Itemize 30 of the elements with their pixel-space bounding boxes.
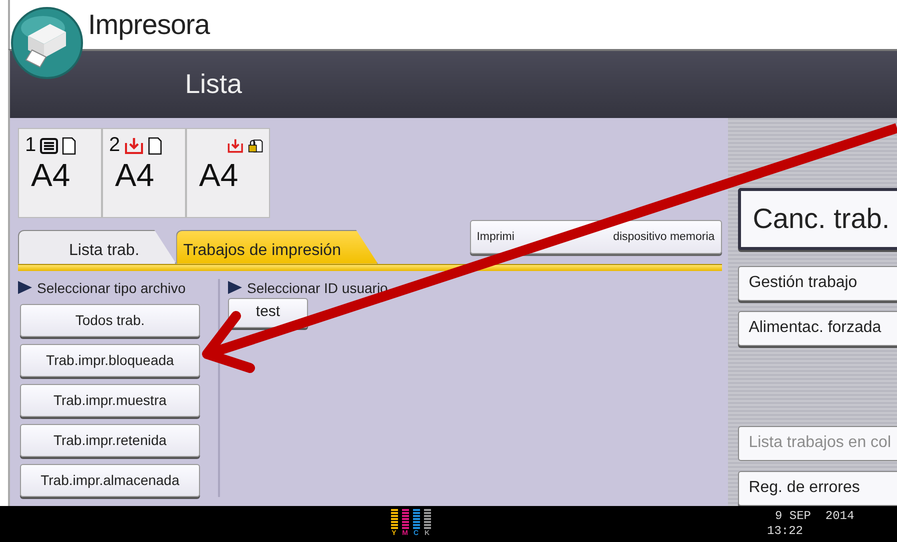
- date-text: 9 SEP 2014: [774, 508, 854, 524]
- triangle-icon: [18, 281, 32, 294]
- app-title: Impresora: [88, 8, 210, 41]
- paper-tray-tile[interactable]: 1 A4: [18, 128, 102, 218]
- side-button[interactable]: Reg. de errores: [738, 470, 897, 506]
- screen-title: Lista: [185, 68, 242, 100]
- paper-size: A4: [114, 156, 156, 194]
- paper-tray-tile[interactable]: 2 A4: [102, 128, 186, 218]
- file-type-button[interactable]: Todos trab.: [20, 304, 200, 337]
- file-type-button[interactable]: Trab.impr.almacenada: [20, 464, 200, 497]
- tray-number: 2: [109, 134, 120, 158]
- tab[interactable]: Lista trab.: [18, 230, 176, 264]
- side-button[interactable]: Canc. trab.: [738, 188, 897, 250]
- tab[interactable]: Trabajos de impresión: [176, 230, 378, 264]
- section-label: Seleccionar ID usuario: [247, 280, 388, 296]
- paper-size: A4: [198, 156, 240, 194]
- time-text: 13:22: [767, 524, 804, 539]
- triangle-icon: [228, 281, 242, 294]
- file-type-button[interactable]: Trab.impr.muestra: [20, 384, 200, 417]
- download-tray-icon: [124, 136, 144, 155]
- file-type-button[interactable]: Trab.impr.retenida: [20, 424, 200, 457]
- paper-tray-tile[interactable]: A4: [186, 128, 270, 218]
- download-tray-icon: [227, 136, 244, 155]
- tray-number: 1: [25, 134, 36, 158]
- section-label: Seleccionar tipo archivo: [37, 280, 186, 296]
- file-type-button[interactable]: Trab.impr.bloqueada: [20, 344, 200, 377]
- paper-size: A4: [30, 156, 72, 194]
- side-button[interactable]: Alimentac. forzada: [738, 310, 897, 346]
- side-button[interactable]: Gestión trabajo: [738, 266, 897, 301]
- paper-stack-icon: [40, 138, 58, 154]
